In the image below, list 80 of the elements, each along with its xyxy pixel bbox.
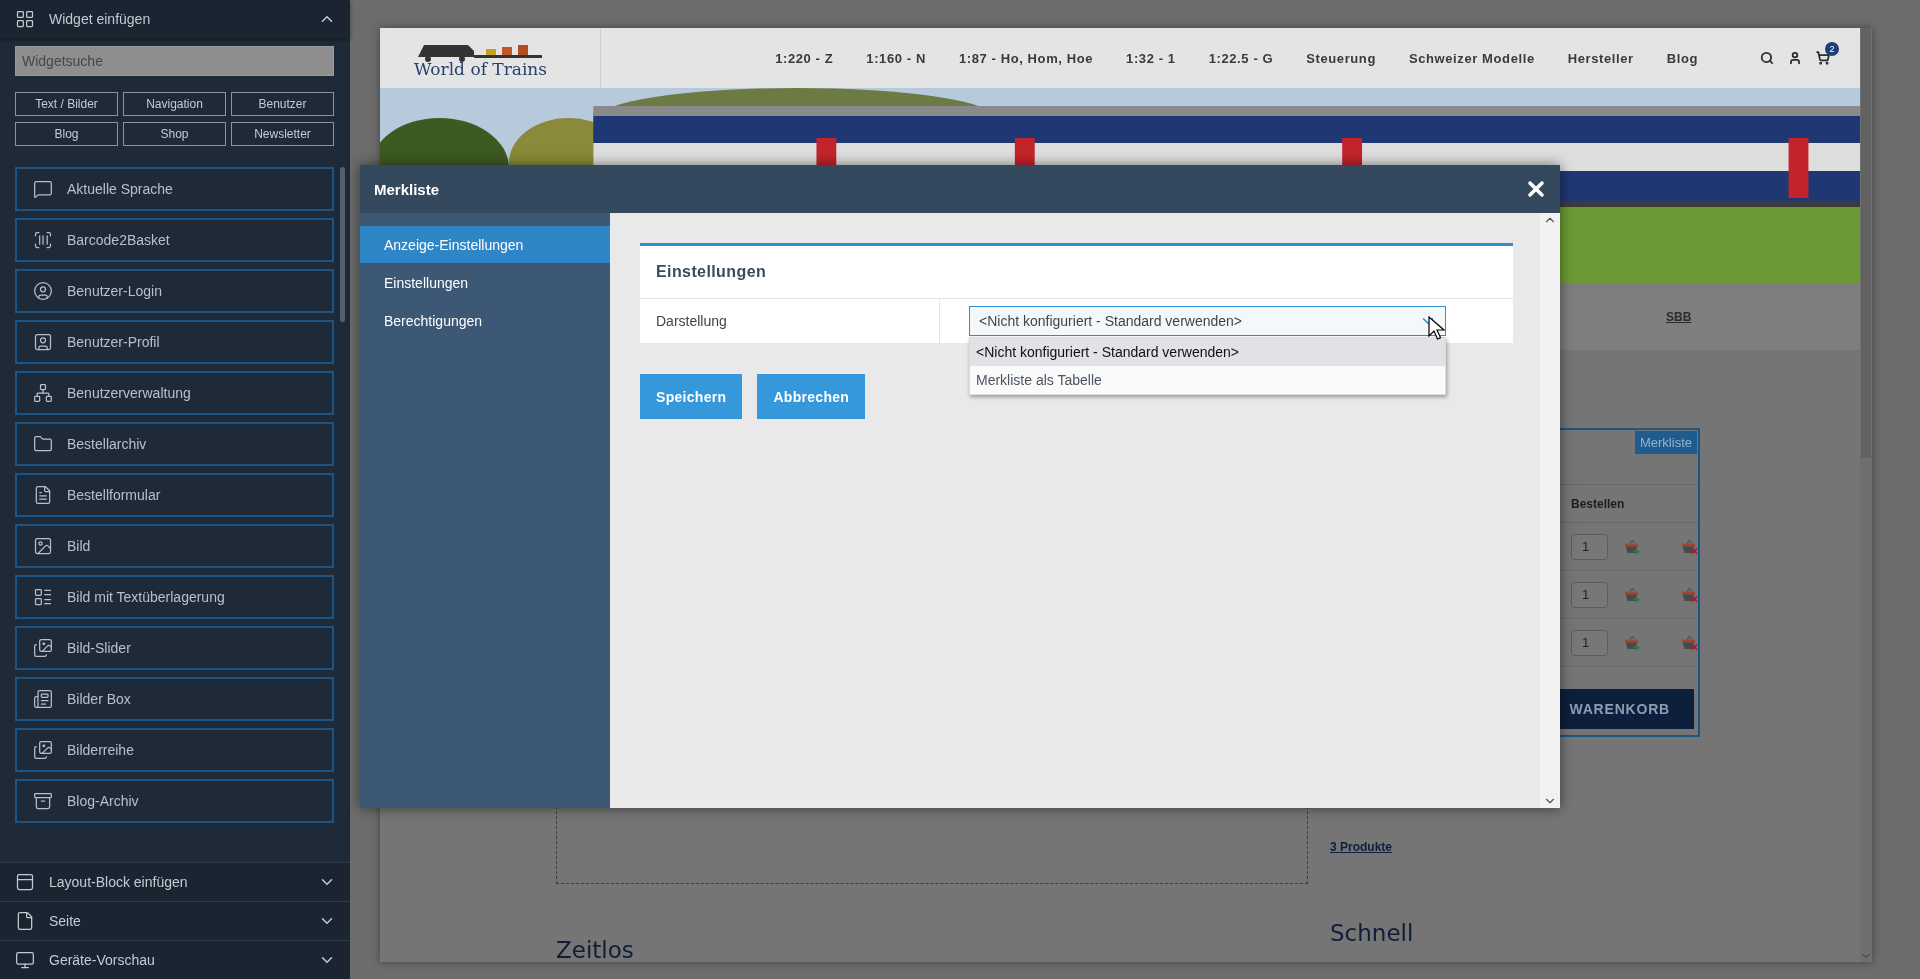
widget-section-header[interactable]: Widget einfügen [0,0,350,38]
quantity-field[interactable]: 1 [1571,581,1608,608]
nav-link[interactable]: Blog [1666,50,1698,66]
nav-link[interactable]: 1:32 - 1 [1126,50,1176,66]
cart-icon[interactable] [1816,51,1830,65]
widget-item[interactable]: Benutzer-Profil [15,320,334,364]
widget-item[interactable]: Benutzer-Login [15,269,334,313]
category-button[interactable]: Shop [123,122,226,146]
widget-item[interactable]: Bestellarchiv [15,422,334,466]
search-icon[interactable] [1760,51,1774,65]
user-card-icon [33,332,53,352]
document-icon [33,485,53,505]
dialog-title: Merkliste [374,180,440,198]
grid-icon [15,9,35,29]
document-icon [15,911,35,931]
nav-link[interactable]: 1:160 - N [866,50,926,66]
basket-remove-icon[interactable] [1681,537,1698,556]
site-logo-text[interactable]: World of Trains [414,60,600,78]
user-icon[interactable] [1788,51,1802,65]
barcode-icon [33,230,53,250]
products-link[interactable]: 3 Produkte [1330,840,1700,854]
basket-remove-icon[interactable] [1681,585,1698,604]
widget-item[interactable]: Bilder Box [15,677,334,721]
widget-item[interactable]: Aktuelle Sprache [15,167,334,211]
user-circle-icon [33,281,53,301]
display-select[interactable]: <Nicht konfiguriert - Standard verwenden> [969,306,1446,336]
dialog-tab[interactable]: Anzeige-Einstellungen [360,226,610,263]
widget-item[interactable]: Bilderreihe [15,728,334,772]
category-button[interactable]: Benutzer [231,92,334,116]
basket-add-icon[interactable] [1624,633,1641,652]
quantity-field[interactable]: 1 [1571,533,1608,560]
widget-item[interactable]: Bestellformular [15,473,334,517]
nav-link[interactable]: Steuerung [1306,50,1376,66]
basket-add-icon[interactable] [1624,585,1641,604]
widget-item[interactable]: Bild [15,524,334,568]
field-label: Darstellung [640,299,940,343]
images-icon [33,740,53,760]
basket-add-icon[interactable] [1624,537,1641,556]
category-button[interactable]: Newsletter [231,122,334,146]
panel-icon [15,872,35,892]
widget-tag: Merkliste [1635,431,1697,454]
widget-search-field[interactable]: Widgetsuche [15,46,334,76]
widget-item[interactable]: Barcode2Basket [15,218,334,262]
category-button[interactable]: Blog [15,122,118,146]
dropdown-option[interactable]: <Nicht konfiguriert - Standard verwenden> [970,338,1445,366]
nav-link[interactable]: 1:22.5 - G [1208,50,1274,66]
scrollbar-thumb[interactable] [1861,28,1871,458]
column-header: Bestellen [1571,496,1625,511]
category-button[interactable]: Navigation [123,92,226,116]
section-heading: Zeitlos [556,937,635,963]
nodes-icon [33,383,53,403]
nav-link[interactable]: Schweizer Modelle [1408,50,1535,66]
nav-link[interactable]: Hersteller [1567,50,1634,66]
quantity-field[interactable]: 1 [1571,629,1608,656]
speech-bubble-icon [33,179,53,199]
monitor-icon [15,950,35,970]
sidebar-section-header[interactable]: Layout-Block einfügen [0,862,350,901]
folder-icon [33,434,53,454]
dialog-tab[interactable]: Einstellungen [360,264,610,301]
scrollbar-thumb[interactable] [340,167,345,322]
widget-item[interactable]: Blog-Archiv [15,779,334,823]
image-icon [33,536,53,556]
section-heading: Schnell [1330,920,1415,946]
nav-link[interactable]: 1:220 - Z [775,50,834,66]
widget-item[interactable]: Bild mit Textüberlagerung [15,575,334,619]
category-button[interactable]: Text / Bilder [15,92,118,116]
image-list-icon [33,587,53,607]
dialog-tab[interactable]: Berechtigungen [360,302,610,339]
archive-box-icon [33,791,53,811]
newspaper-icon [33,689,53,709]
sidebar-section-header[interactable]: Seite [0,901,350,940]
widget-item[interactable]: Bild-Slider [15,626,334,670]
nav-link[interactable]: 1:87 - Ho, Hom, Hoe [958,50,1094,66]
cart-count-badge: 2 [1825,42,1839,56]
widget-item[interactable]: Benutzerverwaltung [15,371,334,415]
sidebar-section-header[interactable]: Geräte-Vorschau [0,940,350,979]
card-title: Einstellungen [640,246,1513,299]
images-icon [33,638,53,658]
basket-remove-icon[interactable] [1681,633,1698,652]
dropdown-option[interactable]: Merkliste als Tabelle [970,366,1445,394]
